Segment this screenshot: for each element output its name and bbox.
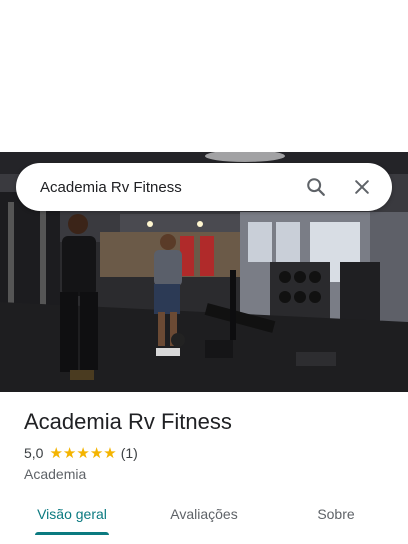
search-query-text[interactable]: Academia Rv Fitness <box>40 179 288 196</box>
star-icon: ★ <box>103 444 117 462</box>
place-info-panel: Academia Rv Fitness 5,0 ★ ★ ★ ★ ★ (1) Ac… <box>0 392 408 544</box>
rating-value: 5,0 <box>24 445 44 461</box>
close-icon[interactable] <box>344 169 380 205</box>
star-icon: ★ <box>89 444 104 462</box>
tab-reviews[interactable]: Avaliações <box>152 504 256 544</box>
tab-about[interactable]: Sobre <box>284 504 388 544</box>
place-title: Academia Rv Fitness <box>24 409 232 434</box>
star-icon: ★ <box>62 444 77 462</box>
active-tab-indicator <box>35 532 109 535</box>
tab-reviews-label: Avaliações <box>170 506 238 522</box>
star-icon: ★ <box>76 444 90 462</box>
tab-overview-label: Visão geral <box>37 506 107 522</box>
map-blank-area <box>0 0 408 152</box>
tab-overview[interactable]: Visão geral <box>20 504 124 544</box>
search-icon[interactable] <box>298 169 334 205</box>
search-bar[interactable]: Academia Rv Fitness <box>16 163 392 211</box>
rating-stars: ★ ★ ★ ★ ★ <box>49 446 116 461</box>
place-tabs: Visão geral Avaliações Sobre <box>0 504 408 544</box>
tab-about-label: Sobre <box>317 506 355 522</box>
place-category: Academia <box>24 466 87 482</box>
review-count[interactable]: (1) <box>121 445 138 461</box>
star-icon: ★ <box>49 444 63 462</box>
rating-row[interactable]: 5,0 ★ ★ ★ ★ ★ (1) <box>24 445 138 461</box>
